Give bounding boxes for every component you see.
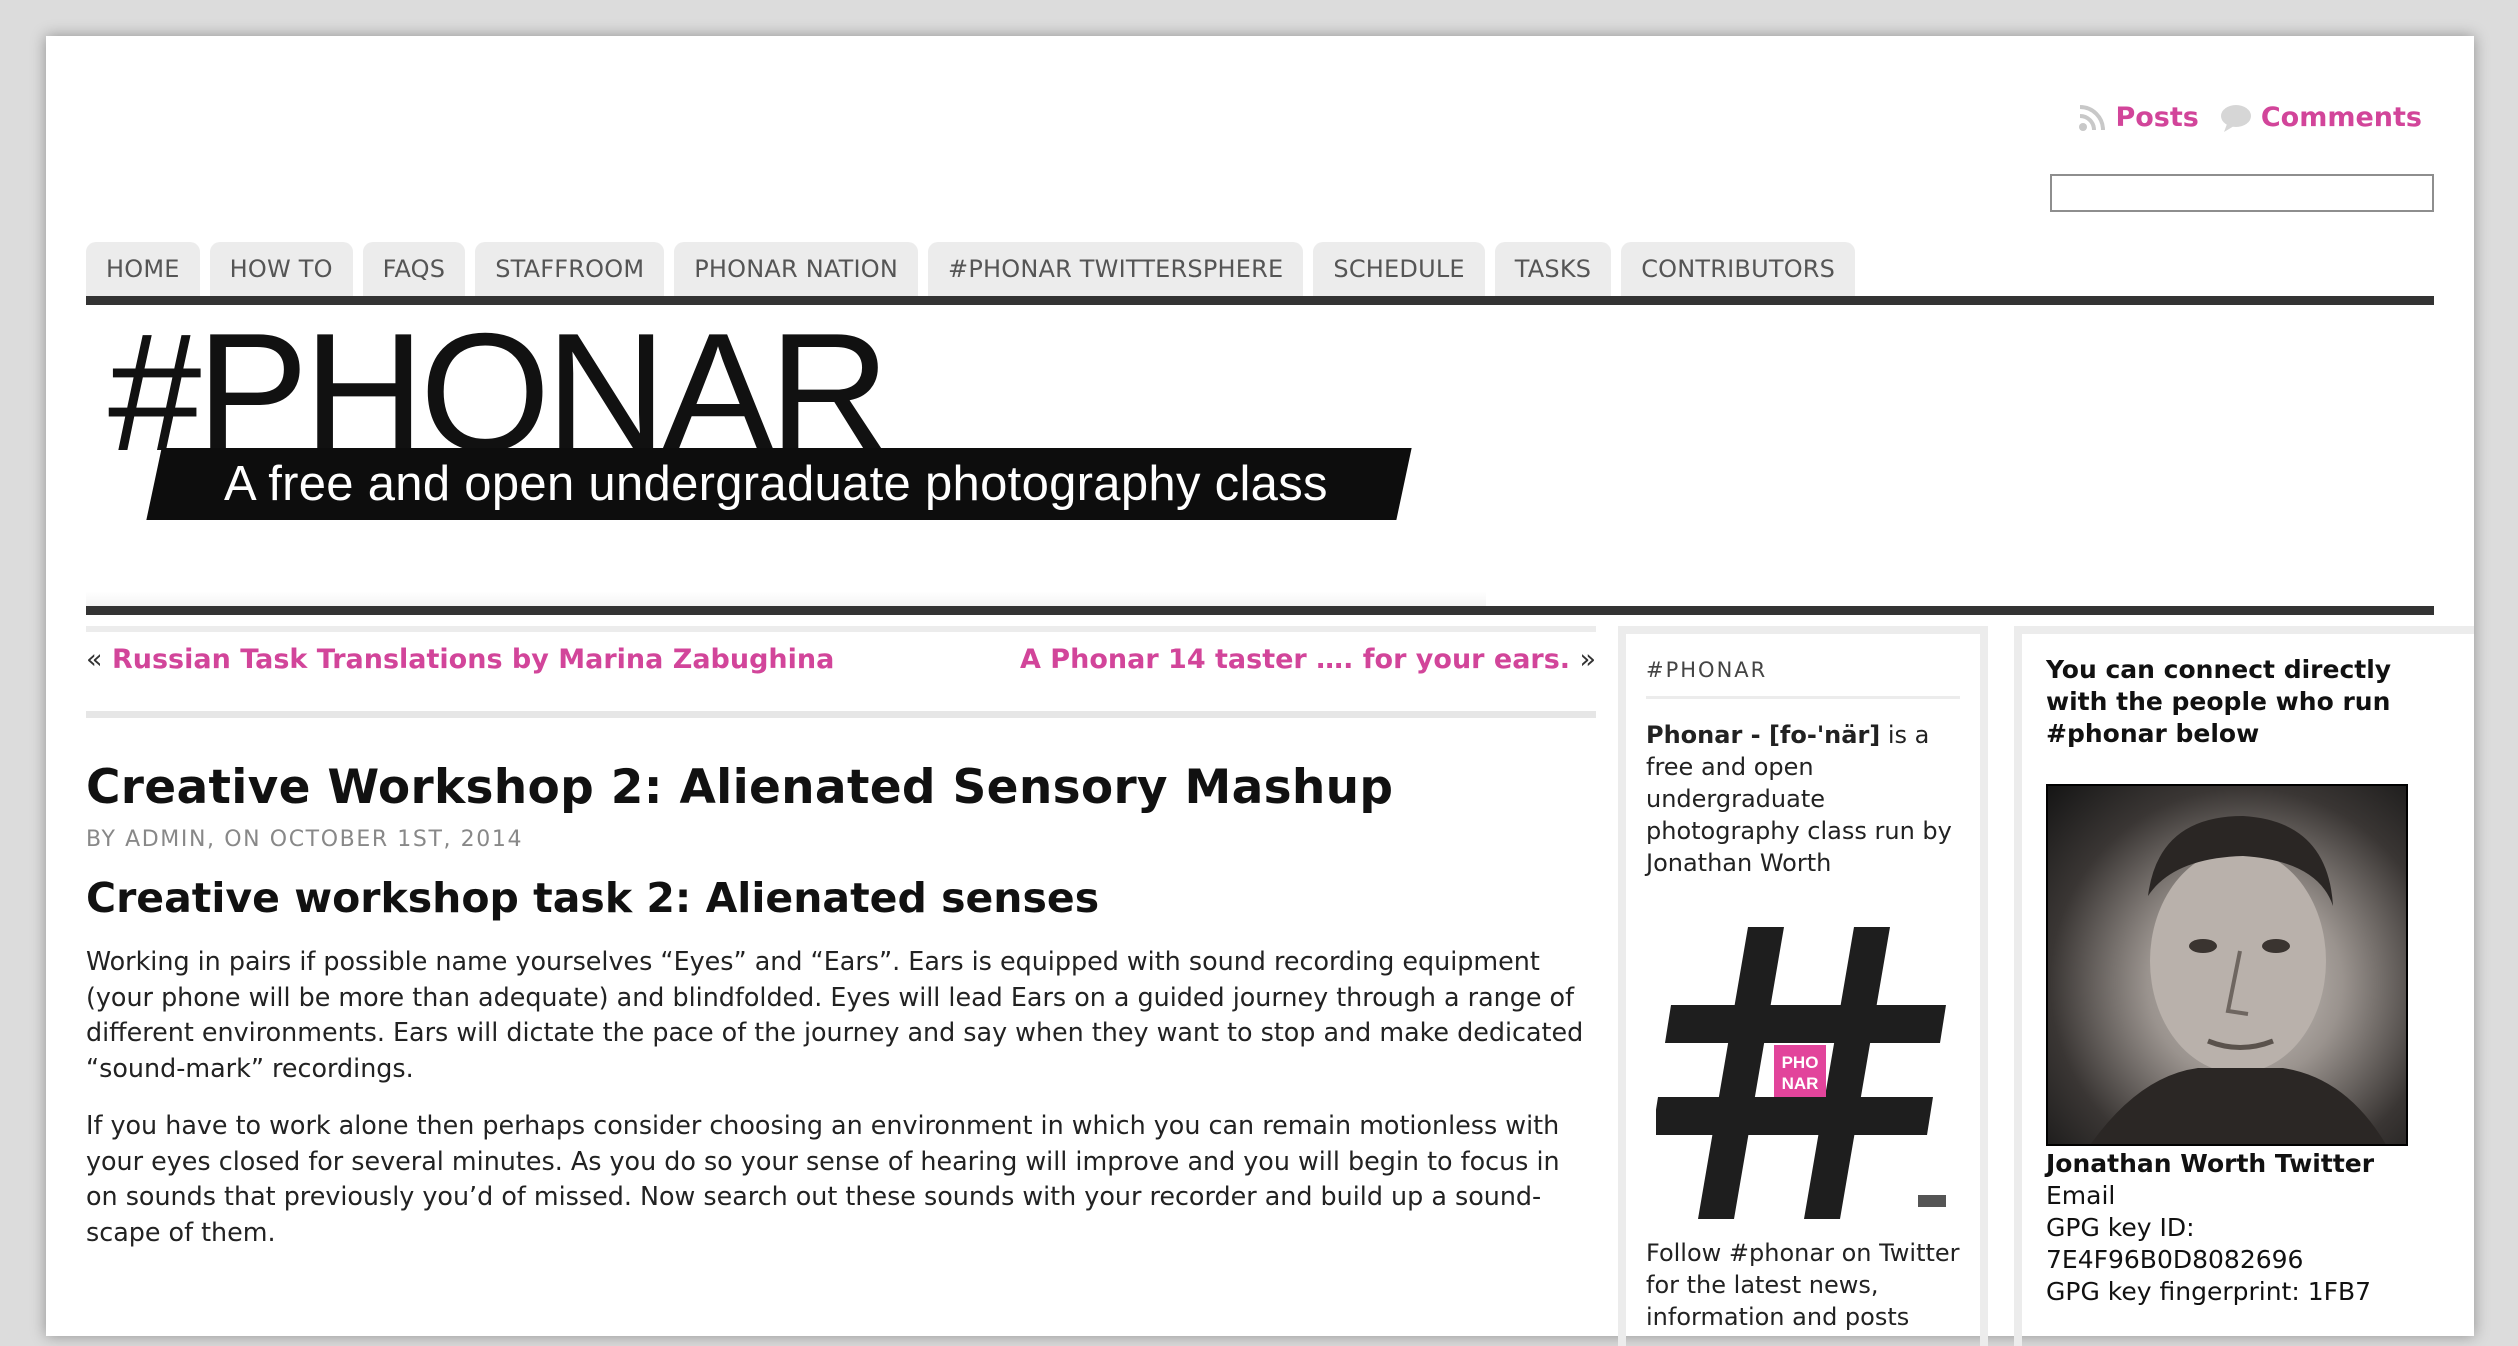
prev-arrow: « — [86, 644, 103, 675]
jonathan-worth-portrait[interactable] — [2046, 784, 2408, 1146]
sidebar-about-heading: #PHONAR — [1646, 658, 1960, 699]
post-subtitle: Creative workshop task 2: Alienated sens… — [86, 874, 1100, 922]
nav-twittersphere[interactable]: #PHONAR TWITTERSPHERE — [928, 242, 1304, 296]
twitter-link[interactable]: Jonathan Worth Twitter — [2046, 1148, 2456, 1180]
contact-info: Jonathan Worth Twitter Email GPG key ID:… — [2046, 1148, 2456, 1308]
main-content: « Russian Task Translations by Marina Za… — [86, 626, 1596, 1250]
gpg-fingerprint: GPG key fingerprint: 1FB7 — [2046, 1277, 2372, 1306]
banner-divider — [86, 606, 2434, 615]
page: Posts Comments HOME HOW TO FAQS STAFFROO… — [46, 36, 2474, 1346]
sidebar-connect-heading: You can connect directly with the people… — [2046, 655, 2392, 748]
twitter-label: Jonathan Worth Twitter — [2046, 1149, 2375, 1178]
posts-rss-link[interactable]: Posts — [2077, 102, 2199, 133]
nav-phonar-nation[interactable]: PHONAR NATION — [674, 242, 919, 296]
nav-schedule[interactable]: SCHEDULE — [1313, 242, 1485, 296]
search-box — [2050, 174, 2436, 212]
rss-icon — [2079, 104, 2106, 131]
nav-contributors[interactable]: CONTRIBUTORS — [1621, 242, 1856, 296]
search-input[interactable] — [2052, 176, 2436, 212]
post-title: Creative Workshop 2: Alienated Sensory M… — [86, 760, 1394, 815]
next-post-link[interactable]: A Phonar 14 taster …. for your ears. — [1020, 644, 1570, 675]
gpg-id-label: GPG key ID: — [2046, 1213, 2195, 1242]
comments-label: Comments — [2260, 102, 2422, 133]
posts-label: Posts — [2115, 102, 2199, 133]
cc-license-icon — [1918, 1195, 1946, 1207]
nav-how-to[interactable]: HOW TO — [209, 242, 353, 296]
next-arrow: » — [1579, 644, 1596, 675]
badge-pho: PHO — [1782, 1053, 1819, 1072]
comment-bubble-icon — [2220, 104, 2251, 132]
post-meta: BY ADMIN, ON OCTOBER 1ST, 2014 — [86, 827, 524, 852]
portrait-image — [2090, 816, 2386, 1144]
badge-nar: NAR — [1782, 1074, 1819, 1093]
postnav-bottom-rule — [86, 711, 1596, 718]
follow-twitter-text: Follow #phonar on Twitter for the latest… — [1646, 1239, 1960, 1331]
post-paragraph: Working in pairs if possible name yourse… — [86, 946, 1584, 1083]
header-links: Posts Comments — [2077, 102, 2422, 133]
prev-post-link[interactable]: Russian Task Translations by Marina Zabu… — [112, 644, 834, 675]
post-paragraph: If you have to work alone then perhaps c… — [86, 1110, 1560, 1247]
gpg-id-value: 7E4F96B0D8082696 — [2046, 1245, 2304, 1274]
phonar-hash-logo[interactable]: PHO NAR — [1652, 927, 1960, 1231]
sidebar-about: #PHONAR Phonar - [fo-'när] is a free and… — [1618, 626, 1988, 1346]
site-banner[interactable]: #PHONAR A free and open undergraduate ph… — [86, 308, 1486, 606]
main-nav: HOME HOW TO FAQS STAFFROOM PHONAR NATION… — [86, 242, 1856, 296]
nav-tasks[interactable]: TASKS — [1494, 242, 1612, 296]
next-post: A Phonar 14 taster …. for your ears. » — [1020, 644, 1596, 675]
nav-home[interactable]: HOME — [86, 242, 200, 296]
email-link[interactable]: Email — [2046, 1180, 2456, 1212]
comments-rss-link[interactable]: Comments — [2219, 102, 2422, 133]
phonar-pronunciation: Phonar - [fo-'när] — [1646, 721, 1881, 749]
nav-staffroom[interactable]: STAFFROOM — [475, 242, 665, 296]
hash-logo-icon: PHO NAR — [1652, 927, 1946, 1219]
prev-post: « Russian Task Translations by Marina Za… — [86, 644, 834, 675]
post-navigation: « Russian Task Translations by Marina Za… — [86, 632, 1596, 675]
sidebar-connect: You can connect directly with the people… — [2014, 626, 2474, 1346]
sidebar-about-text: Phonar - [fo-'när] is a free and open un… — [1646, 719, 1960, 879]
banner-subtitle: A free and open undergraduate photograph… — [224, 457, 1328, 511]
nav-faqs[interactable]: FAQS — [362, 242, 466, 296]
